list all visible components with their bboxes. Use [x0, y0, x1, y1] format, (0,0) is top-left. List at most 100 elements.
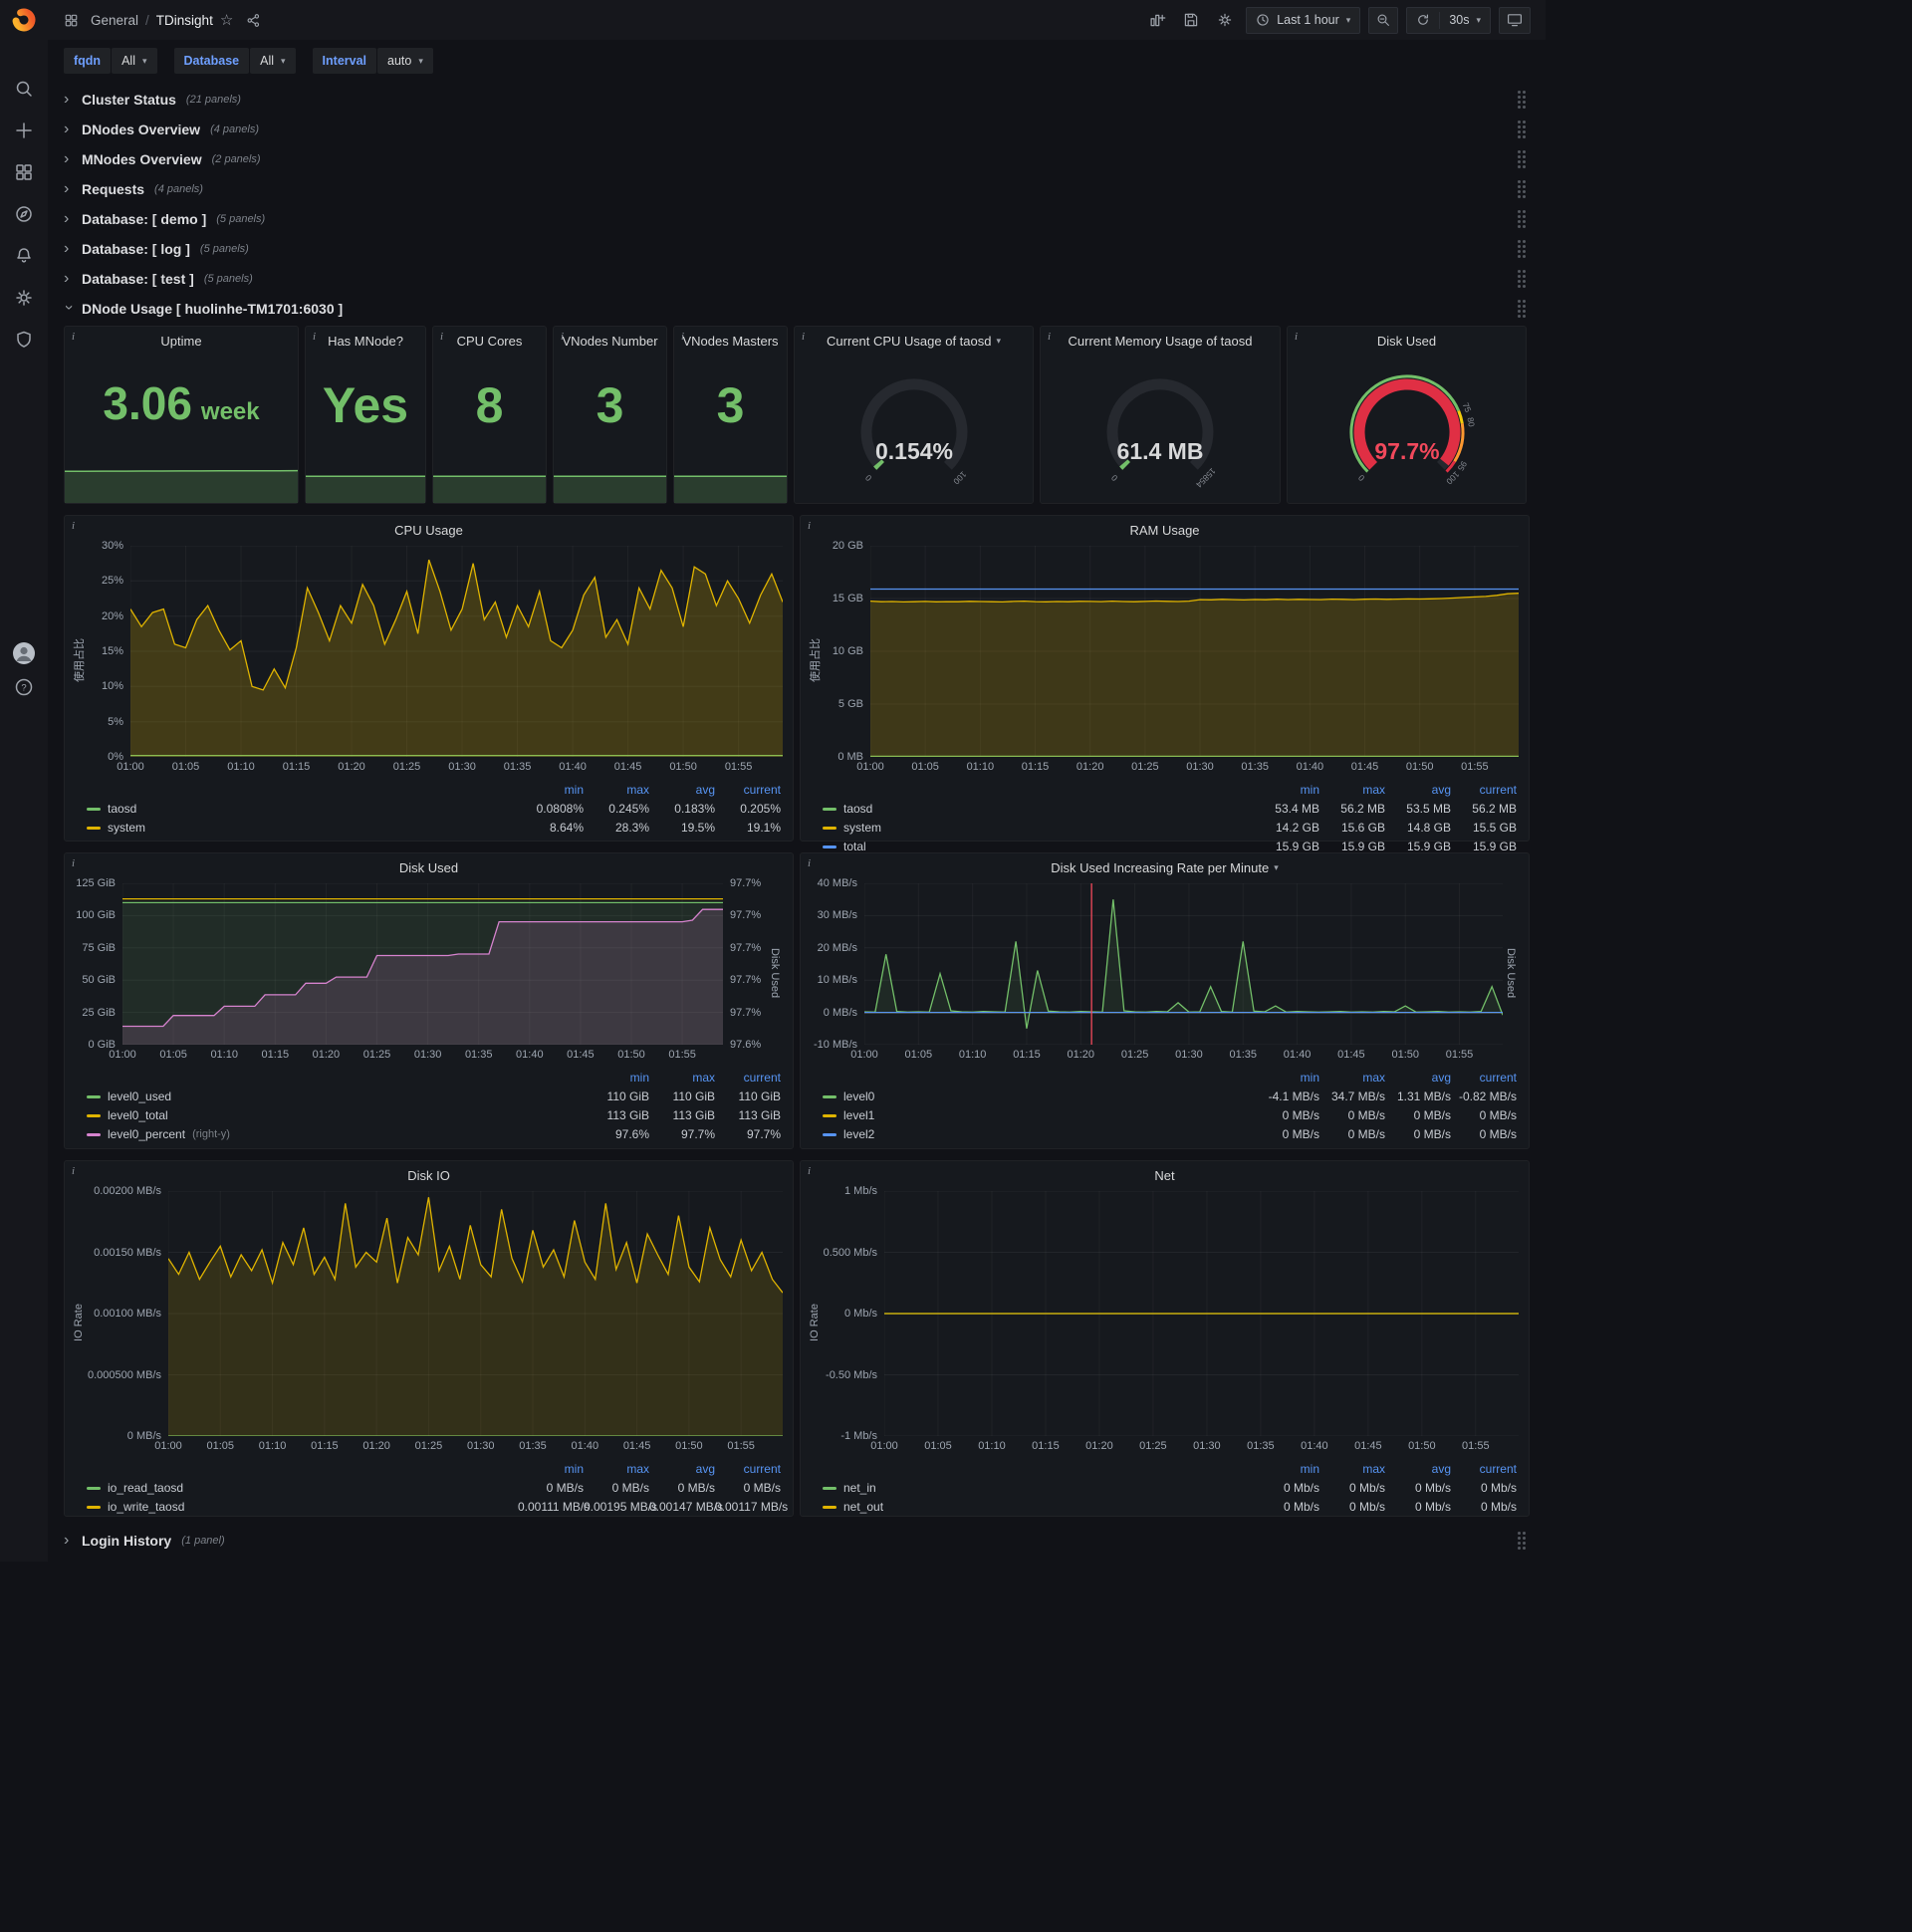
legend-column-min[interactable]: min: [518, 782, 584, 799]
panel-title-disk-gauge[interactable]: Disk Used: [1288, 327, 1526, 355]
legend-series-level2[interactable]: level2: [823, 1126, 1254, 1143]
panel-title-net[interactable]: Net: [801, 1161, 1529, 1189]
create-plus-icon[interactable]: [11, 118, 37, 143]
legend-column-max[interactable]: max: [1319, 1461, 1385, 1478]
panel-info-icon[interactable]: i: [1048, 331, 1051, 343]
legend-column-avg[interactable]: avg: [1385, 1070, 1451, 1087]
panel-info-icon[interactable]: i: [72, 1165, 75, 1177]
legend-series-level1[interactable]: level1: [823, 1107, 1254, 1124]
breadcrumb-folder[interactable]: General: [91, 13, 138, 28]
legend-column-current[interactable]: current: [1451, 782, 1517, 799]
legend-series-level0-total[interactable]: level0_total: [87, 1107, 584, 1124]
row-requests[interactable]: › Requests (4 panels): [64, 176, 1530, 201]
page-title[interactable]: TDinsight: [156, 13, 213, 28]
cycle-view-button[interactable]: [1499, 6, 1531, 34]
legend-series-net-out[interactable]: net_out: [823, 1499, 1254, 1516]
chart-plot-disk_io[interactable]: [168, 1191, 783, 1436]
panel-info-icon[interactable]: i: [313, 331, 316, 343]
panel-info-icon[interactable]: i: [808, 520, 811, 532]
panel-title-disk-rate[interactable]: Disk Used Increasing Rate per Minute ▾: [801, 853, 1529, 881]
row-cluster-status[interactable]: › Cluster Status (21 panels): [64, 87, 1530, 112]
drag-handle-icon[interactable]: [1518, 1531, 1526, 1550]
search-icon[interactable]: [11, 76, 37, 102]
legend-column-avg[interactable]: avg: [1385, 782, 1451, 799]
legend-column-avg[interactable]: avg: [649, 782, 715, 799]
legend-column-avg[interactable]: avg: [649, 1461, 715, 1478]
plot-area-disk_rate[interactable]: [864, 883, 1503, 1045]
panel-info-icon[interactable]: i: [561, 331, 564, 343]
legend-column-current[interactable]: current: [715, 1070, 781, 1087]
plot-area-disk_io[interactable]: [168, 1191, 783, 1436]
legend-column-current[interactable]: current: [715, 782, 781, 799]
panel-title-vnodes-number[interactable]: VNodes Number: [554, 327, 666, 355]
chart-plot-cpu_usage[interactable]: [130, 546, 783, 757]
row-database-demo[interactable]: › Database: [ demo ] (5 panels): [64, 206, 1530, 231]
panel-info-icon[interactable]: i: [1295, 331, 1298, 343]
variable-value-fqdn[interactable]: All ▾: [112, 48, 157, 74]
drag-handle-icon[interactable]: [1518, 209, 1526, 228]
row-dnode-usage-huolinhe-tm1701-6030[interactable]: › DNode Usage [ huolinhe-TM1701:6030 ]: [61, 296, 1530, 321]
panel-title-cpu-gauge[interactable]: Current CPU Usage of taosd ▾: [795, 327, 1033, 355]
drag-handle-icon[interactable]: [1518, 239, 1526, 258]
panel-title-disk-io[interactable]: Disk IO: [65, 1161, 793, 1189]
help-icon[interactable]: ?: [0, 677, 48, 697]
drag-handle-icon[interactable]: [1518, 149, 1526, 168]
user-avatar[interactable]: [0, 641, 48, 665]
drag-handle-icon[interactable]: [1518, 120, 1526, 138]
plot-area-disk_used[interactable]: [122, 883, 723, 1045]
drag-handle-icon[interactable]: [1518, 90, 1526, 109]
panel-title-disk-used[interactable]: Disk Used: [65, 853, 793, 881]
alerting-bell-icon[interactable]: [11, 243, 37, 269]
time-range-picker[interactable]: Last 1 hour ▾: [1246, 6, 1361, 34]
legend-column-avg[interactable]: avg: [1385, 1461, 1451, 1478]
panel-info-icon[interactable]: i: [808, 1165, 811, 1177]
zoom-out-button[interactable]: [1368, 6, 1399, 34]
legend-series-level0-percent[interactable]: level0_percent (right-y): [87, 1126, 584, 1143]
chart-plot-disk_used[interactable]: [122, 883, 723, 1045]
explore-compass-icon[interactable]: [11, 201, 37, 227]
legend-series-io-read-taosd[interactable]: io_read_taosd: [87, 1480, 518, 1497]
legend-series-system[interactable]: system: [87, 820, 518, 837]
panel-info-icon[interactable]: i: [72, 857, 75, 869]
add-panel-icon[interactable]: [1144, 7, 1170, 33]
panel-title-ram-usage[interactable]: RAM Usage: [801, 516, 1529, 544]
row-login-history[interactable]: › Login History (1 panel): [64, 1528, 1530, 1553]
server-admin-shield-icon[interactable]: [11, 327, 37, 353]
panel-info-icon[interactable]: i: [440, 331, 443, 343]
legend-column-min[interactable]: min: [584, 1070, 649, 1087]
panel-title-cpu-cores[interactable]: CPU Cores: [433, 327, 546, 355]
legend-series-taosd[interactable]: taosd: [823, 801, 1254, 818]
refresh-button-group[interactable]: 30s ▾: [1406, 6, 1491, 34]
dashboard-settings-icon[interactable]: [1212, 7, 1238, 33]
save-dashboard-icon[interactable]: [1178, 7, 1204, 33]
legend-column-max[interactable]: max: [649, 1070, 715, 1087]
row-database-log[interactable]: › Database: [ log ] (5 panels): [64, 236, 1530, 261]
variable-label-interval[interactable]: Interval: [312, 48, 377, 74]
variable-label-database[interactable]: Database: [173, 48, 250, 74]
row-dnodes-overview[interactable]: › DNodes Overview (4 panels): [64, 117, 1530, 141]
legend-column-max[interactable]: max: [584, 1461, 649, 1478]
variable-value-database[interactable]: All ▾: [250, 48, 296, 74]
panel-title-has-mnode[interactable]: Has MNode?: [306, 327, 425, 355]
legend-series-system[interactable]: system: [823, 820, 1254, 837]
chart-plot-ram_usage[interactable]: [870, 546, 1519, 757]
panel-title-cpu-usage[interactable]: CPU Usage: [65, 516, 793, 544]
share-icon[interactable]: [240, 7, 266, 33]
dashboards-icon[interactable]: [11, 159, 37, 185]
row-database-test[interactable]: › Database: [ test ] (5 panels): [64, 266, 1530, 291]
panel-info-icon[interactable]: i: [72, 331, 75, 343]
panel-title-vnodes-masters[interactable]: VNodes Masters: [674, 327, 787, 355]
panel-title-mem-gauge[interactable]: Current Memory Usage of taosd: [1041, 327, 1280, 355]
legend-series-level0[interactable]: level0: [823, 1088, 1254, 1105]
configuration-gear-icon[interactable]: [11, 285, 37, 311]
legend-series-net-in[interactable]: net_in: [823, 1480, 1254, 1497]
variable-value-interval[interactable]: auto ▾: [377, 48, 433, 74]
panel-info-icon[interactable]: i: [72, 520, 75, 532]
legend-column-max[interactable]: max: [584, 782, 649, 799]
legend-column-max[interactable]: max: [1319, 782, 1385, 799]
legend-column-current[interactable]: current: [1451, 1461, 1517, 1478]
legend-column-min[interactable]: min: [1254, 1461, 1319, 1478]
drag-handle-icon[interactable]: [1518, 179, 1526, 198]
variable-label-fqdn[interactable]: fqdn: [64, 48, 112, 74]
legend-series-taosd[interactable]: taosd: [87, 801, 518, 818]
